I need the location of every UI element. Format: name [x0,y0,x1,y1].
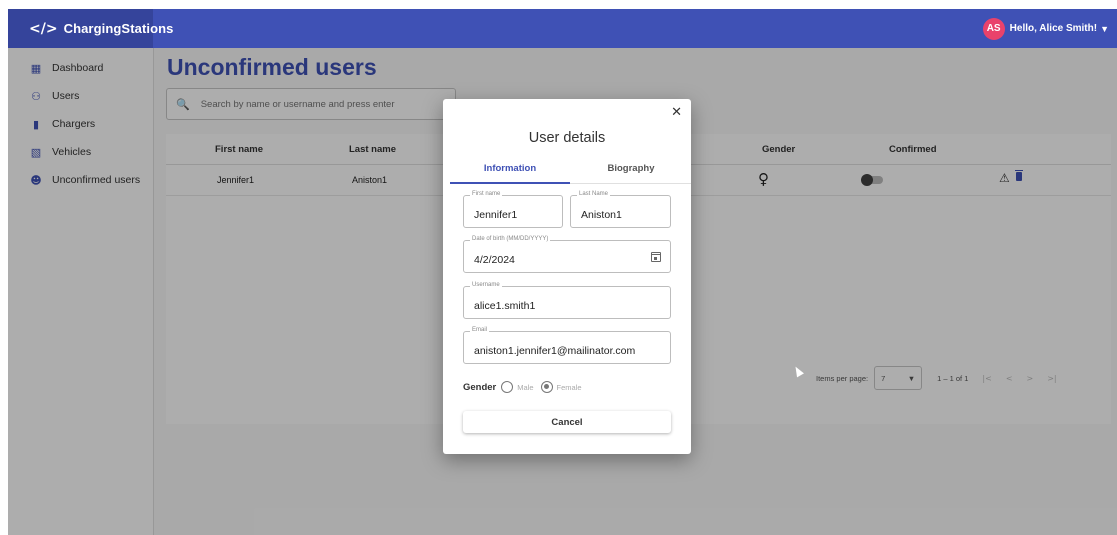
brand[interactable]: </> ChargingStations [8,9,173,48]
calendar-icon[interactable] [651,252,661,262]
user-menu[interactable]: AS Hello, Alice Smith! ▼ [982,9,1109,48]
female-radio-label[interactable]: Female [557,383,582,392]
username-field[interactable]: Username alice1.smith1 [463,282,671,319]
female-radio[interactable] [540,381,553,393]
username-value[interactable]: alice1.smith1 [474,300,535,312]
chevron-down-icon[interactable]: ▼ [1100,24,1109,34]
close-icon[interactable]: ✕ [671,105,682,120]
window-edge-left [0,0,8,535]
email-label: Email [470,327,490,333]
user-details-dialog: ✕ User details Information Biography Fir… [443,99,691,454]
user-greeting[interactable]: Hello, Alice Smith! [1010,23,1097,34]
gender-group: Gender Male Female [463,381,589,393]
window-edge-top [0,0,1117,9]
dob-value[interactable]: 4/2/2024 [474,254,515,266]
male-radio[interactable] [501,381,514,393]
male-radio-label[interactable]: Male [517,383,533,392]
first-name-value[interactable]: Jennifer1 [474,209,517,221]
gender-label: Gender [463,381,497,393]
dob-field[interactable]: Date of birth (MM/DD/YYYY) 4/2/2024 [463,236,671,273]
dob-label: Date of birth (MM/DD/YYYY) [470,236,551,242]
last-name-label: Last Name [577,191,611,197]
dialog-tabs: Information Biography [450,159,691,184]
tab-information[interactable]: Information [450,159,570,184]
first-name-field[interactable]: First name Jennifer1 [463,191,563,228]
tab-biography[interactable]: Biography [571,159,691,184]
app-title: ChargingStations [63,21,174,36]
top-bar: </> ChargingStations AS Hello, Alice Smi… [8,9,1117,48]
app-frame: </> ChargingStations AS Hello, Alice Smi… [0,0,1117,535]
username-label: Username [470,282,502,288]
dialog-title: User details [528,130,606,146]
email-value[interactable]: aniston1.jennifer1@mailinator.com [474,345,635,357]
last-name-value[interactable]: Aniston1 [581,209,622,221]
last-name-field[interactable]: Last Name Aniston1 [570,191,671,228]
first-name-label: First name [470,191,503,197]
chevrons-logo-icon: </> [29,20,58,37]
email-field[interactable]: Email aniston1.jennifer1@mailinator.com [463,327,671,364]
cancel-button[interactable]: Cancel [463,411,671,433]
avatar[interactable]: AS [982,17,1005,40]
